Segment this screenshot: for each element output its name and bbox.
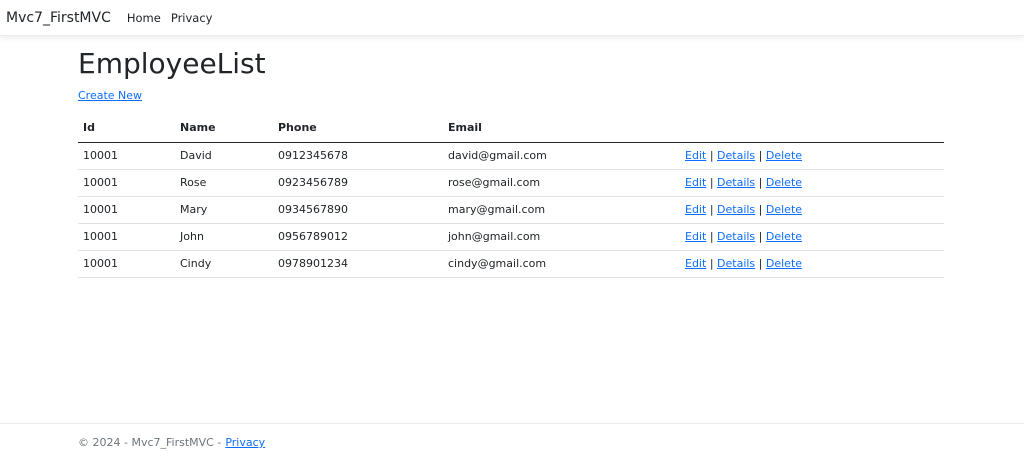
header-actions xyxy=(680,114,944,143)
separator: | xyxy=(709,149,714,162)
edit-link[interactable]: Edit xyxy=(685,149,706,162)
cell-id: 10001 xyxy=(78,142,175,170)
separator: | xyxy=(709,230,714,243)
table-row: 10001 Rose 0923456789 rose@gmail.com Edi… xyxy=(78,169,944,197)
delete-link[interactable]: Delete xyxy=(766,149,802,162)
table-row: 10001 Cindy 0978901234 cindy@gmail.com E… xyxy=(78,250,944,278)
top-navbar: Mvc7_FirstMVC Home Privacy xyxy=(0,0,1024,36)
cell-phone: 0956789012 xyxy=(273,223,443,251)
table-body: 10001 David 0912345678 david@gmail.com E… xyxy=(78,142,944,278)
edit-link[interactable]: Edit xyxy=(685,176,706,189)
details-link[interactable]: Details xyxy=(717,257,755,270)
cell-actions: Edit | Details | Delete xyxy=(680,250,944,278)
cell-actions: Edit | Details | Delete xyxy=(680,169,944,197)
header-name: Name xyxy=(175,114,273,143)
separator: | xyxy=(709,176,714,189)
edit-link[interactable]: Edit xyxy=(685,203,706,216)
cell-email: john@gmail.com xyxy=(443,223,680,251)
page-title: EmployeeList xyxy=(78,47,266,80)
employee-table: Id Name Phone Email 10001 David 09123456… xyxy=(78,114,944,278)
cell-email: david@gmail.com xyxy=(443,142,680,170)
details-link[interactable]: Details xyxy=(717,149,755,162)
delete-link[interactable]: Delete xyxy=(766,257,802,270)
separator: | xyxy=(758,203,763,216)
cell-actions: Edit | Details | Delete xyxy=(680,142,944,170)
cell-id: 10001 xyxy=(78,250,175,278)
header-id: Id xyxy=(78,114,175,143)
cell-actions: Edit | Details | Delete xyxy=(680,223,944,251)
details-link[interactable]: Details xyxy=(717,176,755,189)
cell-id: 10001 xyxy=(78,196,175,224)
cell-id: 10001 xyxy=(78,223,175,251)
separator: | xyxy=(709,257,714,270)
delete-link[interactable]: Delete xyxy=(766,176,802,189)
table-row: 10001 John 0956789012 john@gmail.com Edi… xyxy=(78,223,944,251)
cell-actions: Edit | Details | Delete xyxy=(680,196,944,224)
nav-link-privacy[interactable]: Privacy xyxy=(171,11,213,25)
cell-id: 10001 xyxy=(78,169,175,197)
brand-link[interactable]: Mvc7_FirstMVC xyxy=(6,10,111,26)
cell-email: cindy@gmail.com xyxy=(443,250,680,278)
cell-phone: 0934567890 xyxy=(273,196,443,224)
table-row: 10001 Mary 0934567890 mary@gmail.com Edi… xyxy=(78,196,944,224)
cell-name: Mary xyxy=(175,196,273,224)
edit-link[interactable]: Edit xyxy=(685,230,706,243)
delete-link[interactable]: Delete xyxy=(766,230,802,243)
cell-phone: 0978901234 xyxy=(273,250,443,278)
details-link[interactable]: Details xyxy=(717,230,755,243)
cell-phone: 0912345678 xyxy=(273,142,443,170)
separator: | xyxy=(758,257,763,270)
header-phone: Phone xyxy=(273,114,443,143)
details-link[interactable]: Details xyxy=(717,203,755,216)
cell-name: John xyxy=(175,223,273,251)
main-content: EmployeeList Create New Id Name Phone Em… xyxy=(78,44,944,278)
separator: | xyxy=(758,230,763,243)
separator: | xyxy=(758,176,763,189)
separator: | xyxy=(709,203,714,216)
cell-name: Cindy xyxy=(175,250,273,278)
create-new-link[interactable]: Create New xyxy=(78,89,142,102)
table-row: 10001 David 0912345678 david@gmail.com E… xyxy=(78,142,944,170)
cell-name: Rose xyxy=(175,169,273,197)
footer-copyright: © 2024 - Mvc7_FirstMVC - xyxy=(78,436,222,449)
table-header: Id Name Phone Email xyxy=(78,114,944,143)
footer-privacy-link[interactable]: Privacy xyxy=(225,436,265,449)
page-footer: © 2024 - Mvc7_FirstMVC - Privacy xyxy=(0,423,1024,461)
header-email: Email xyxy=(443,114,680,143)
cell-email: rose@gmail.com xyxy=(443,169,680,197)
delete-link[interactable]: Delete xyxy=(766,203,802,216)
nav-link-home[interactable]: Home xyxy=(127,11,161,25)
cell-email: mary@gmail.com xyxy=(443,196,680,224)
cell-phone: 0923456789 xyxy=(273,169,443,197)
separator: | xyxy=(758,149,763,162)
edit-link[interactable]: Edit xyxy=(685,257,706,270)
cell-name: David xyxy=(175,142,273,170)
header-row: Id Name Phone Email xyxy=(78,114,944,143)
